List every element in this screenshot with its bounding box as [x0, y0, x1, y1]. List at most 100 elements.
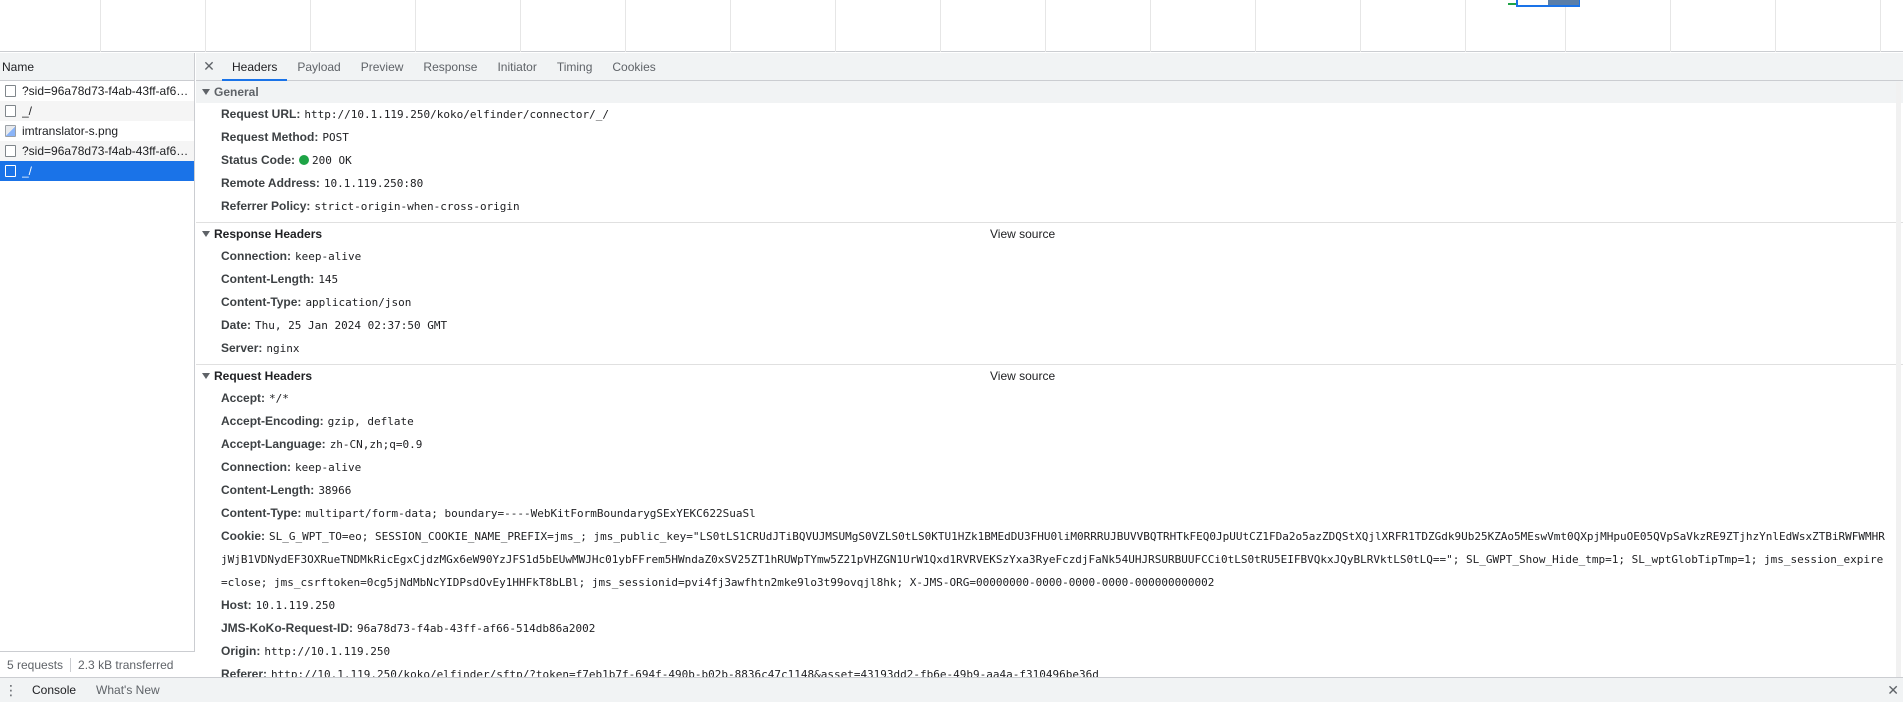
- header-value: application/json: [305, 296, 412, 309]
- overview-gridline: [1255, 0, 1256, 52]
- tab-timing[interactable]: Timing: [547, 53, 603, 80]
- general-section-title: General: [214, 85, 259, 99]
- overview-gridline: [1670, 0, 1671, 52]
- header-row: Date: Thu, 25 Jan 2024 02:37:50 GMT: [196, 314, 1903, 337]
- header-value: 145: [318, 273, 339, 286]
- general-rows: Request URL: http://10.1.119.250/koko/elf…: [196, 103, 1903, 218]
- header-key: Remote Address:: [221, 176, 320, 190]
- request-row[interactable]: _/: [0, 161, 194, 181]
- header-key: Referer:: [221, 667, 268, 677]
- request-row[interactable]: ?sid=96a78d73-f4ab-43ff-af66-514db86a200…: [0, 141, 194, 161]
- header-row: Content-Length: 38966: [196, 479, 1903, 502]
- header-key: Status Code:: [221, 153, 296, 167]
- header-row: Accept: */*: [196, 387, 1903, 410]
- response-headers-header[interactable]: Response Headers View source: [196, 223, 1903, 245]
- tab-initiator[interactable]: Initiator: [487, 53, 546, 80]
- header-value: http://10.1.119.250/koko/elfinder/connec…: [304, 108, 609, 121]
- header-key: Accept-Language:: [221, 437, 326, 451]
- header-row: Remote Address: 10.1.119.250:80: [196, 172, 1903, 195]
- header-row: Request Method: POST: [196, 126, 1903, 149]
- header-row: Server: nginx: [196, 337, 1903, 360]
- header-row: Referrer Policy: strict-origin-when-cross…: [196, 195, 1903, 218]
- triangle-down-icon: [202, 89, 210, 95]
- response-headers-title: Response Headers: [214, 227, 323, 241]
- header-key: Content-Length:: [221, 483, 315, 497]
- header-value: multipart/form-data; boundary=----WebKit…: [305, 507, 756, 520]
- header-key: Request URL:: [221, 107, 301, 121]
- header-row: Content-Length: 145: [196, 268, 1903, 291]
- header-key: Connection:: [221, 460, 291, 474]
- request-headers-section: Request Headers View source Accept: */* Ac…: [196, 365, 1903, 677]
- header-key: Content-Type:: [221, 295, 302, 309]
- header-value: strict-origin-when-cross-origin: [314, 200, 520, 213]
- header-key: Server:: [221, 341, 263, 355]
- header-row: Accept-Encoding: gzip, deflate: [196, 410, 1903, 433]
- overview-gridline: [415, 0, 416, 52]
- details-tabs: Headers Payload Preview Response Initiator Ti…: [222, 53, 666, 81]
- tab-response[interactable]: Response: [413, 53, 487, 80]
- header-key: Accept-Encoding:: [221, 414, 324, 428]
- network-overview-timeline[interactable]: [0, 0, 1903, 52]
- bottom-drawer: ⋮ Console What's New ✕: [0, 677, 1903, 702]
- request-row[interactable]: _/: [0, 101, 194, 121]
- request-name: ?sid=96a78d73-f4ab-43ff-af66-514db86a200…: [22, 144, 194, 158]
- document-file-icon: [5, 145, 16, 157]
- header-row: Connection: keep-alive: [196, 456, 1903, 479]
- overview-gridline: [625, 0, 626, 52]
- details-scrollbar[interactable]: [1896, 82, 1901, 677]
- overview-gridline: [835, 0, 836, 52]
- header-row: JMS-KoKo-Request-ID: 96a78d73-f4ab-43ff-a…: [196, 617, 1903, 640]
- status-ok-icon: [299, 155, 310, 165]
- header-key: Connection:: [221, 249, 291, 263]
- header-key: Content-Length:: [221, 272, 315, 286]
- header-row: Accept-Language: zh-CN,zh;q=0.9: [196, 433, 1903, 456]
- header-row: Cookie: SL_G_WPT_TO=eo; SESSION_COOKIE_NA…: [196, 525, 1886, 594]
- header-key: Cookie:: [221, 529, 266, 543]
- request-view-source-link[interactable]: View source: [990, 365, 1055, 387]
- header-value: */*: [269, 392, 289, 405]
- drawer-tab-console[interactable]: Console: [22, 683, 86, 697]
- close-drawer-icon[interactable]: ✕: [1887, 682, 1899, 699]
- header-value: nginx: [266, 342, 300, 355]
- request-name: _/: [22, 104, 33, 118]
- response-view-source-link[interactable]: View source: [990, 223, 1055, 245]
- header-value: 200 OK: [312, 154, 352, 167]
- tab-headers[interactable]: Headers: [222, 53, 288, 81]
- overview-gridline: [1045, 0, 1046, 52]
- overview-gridline: [1565, 0, 1566, 52]
- request-row[interactable]: imtranslator-s.png: [0, 121, 194, 141]
- request-row[interactable]: ?sid=96a78d73-f4ab-43ff-af66-514db86a200…: [0, 81, 194, 101]
- header-value: Thu, 25 Jan 2024 02:37:50 GMT: [255, 319, 448, 332]
- header-value: 10.1.119.250: [255, 599, 336, 612]
- header-value: http://10.1.119.250/koko/elfinder/sftp/?…: [271, 668, 1099, 677]
- request-headers-header[interactable]: Request Headers View source: [196, 365, 1903, 387]
- overview-request-bar: [1508, 3, 1516, 5]
- drawer-tab-whats-new[interactable]: What's New: [86, 683, 170, 697]
- header-value: keep-alive: [295, 250, 362, 263]
- header-value: gzip, deflate: [327, 415, 414, 428]
- header-value: zh-CN,zh;q=0.9: [329, 438, 423, 451]
- header-value: POST: [322, 131, 349, 144]
- tab-cookies[interactable]: Cookies: [602, 53, 665, 80]
- request-header-rows: Accept: */* Accept-Encoding: gzip, deflate A…: [196, 387, 1903, 677]
- request-headers-title: Request Headers: [214, 369, 313, 383]
- header-row: Host: 10.1.119.250: [196, 594, 1903, 617]
- header-row: Status Code: 200 OK: [196, 149, 1903, 172]
- header-key: Accept:: [221, 391, 266, 405]
- close-details-icon[interactable]: ✕: [196, 53, 222, 80]
- kebab-menu-icon[interactable]: ⋮: [0, 682, 22, 699]
- header-row: Request URL: http://10.1.119.250/koko/elf…: [196, 103, 1903, 126]
- document-file-icon: [5, 85, 16, 97]
- request-name: imtranslator-s.png: [22, 124, 119, 138]
- general-section-header[interactable]: General: [196, 81, 1903, 103]
- response-headers-section: Response Headers View source Connection:…: [196, 223, 1903, 365]
- devtools-network-panel: Name ?sid=96a78d73-f4ab-43ff-af66-514db8…: [0, 0, 1903, 702]
- overview-gridline: [730, 0, 731, 52]
- image-file-icon: [5, 125, 16, 137]
- tab-payload[interactable]: Payload: [287, 53, 350, 80]
- tab-preview[interactable]: Preview: [351, 53, 414, 80]
- header-row: Content-Type: application/json: [196, 291, 1903, 314]
- header-value: 96a78d73-f4ab-43ff-af66-514db86a2002: [357, 622, 596, 635]
- name-column-header[interactable]: Name: [0, 53, 194, 81]
- document-file-icon: [5, 105, 16, 117]
